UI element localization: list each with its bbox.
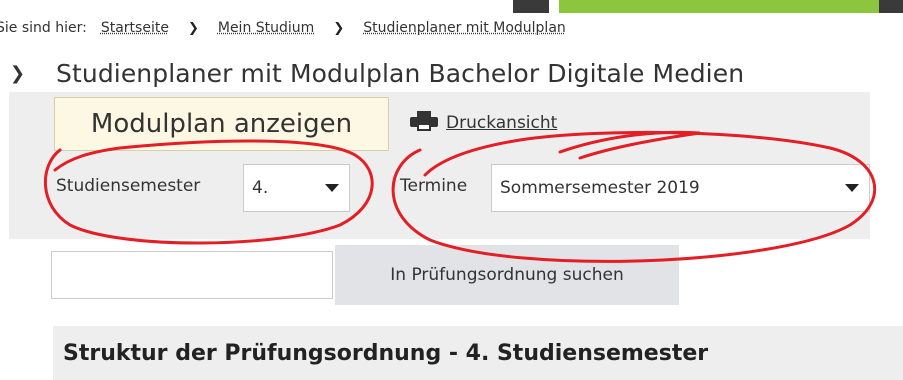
print-view-label[interactable]: Druckansicht bbox=[446, 113, 557, 133]
section-heading: Struktur der Prüfungsordnung - 4. Studie… bbox=[53, 326, 903, 380]
chevron-right-icon[interactable]: ❯ bbox=[10, 63, 34, 84]
breadcrumb-link-mein-studium[interactable]: Mein Studium bbox=[218, 20, 314, 36]
search-input[interactable] bbox=[51, 251, 333, 299]
breadcrumb: Sie sind hier: Startseite ❯ Mein Studium… bbox=[0, 17, 566, 39]
printer-icon bbox=[410, 110, 446, 136]
page-title-row: ❯ Studienplaner mit Modulplan Bachelor D… bbox=[0, 55, 744, 91]
semester-label: Studiensemester bbox=[56, 176, 201, 196]
search-button[interactable]: In Prüfungsordnung suchen bbox=[335, 245, 679, 305]
chevron-right-icon: ❯ bbox=[187, 20, 199, 36]
semester-value: 4. bbox=[252, 178, 269, 198]
page-title: Studienplaner mit Modulplan Bachelor Dig… bbox=[56, 58, 745, 88]
termine-value: Sommersemester 2019 bbox=[500, 178, 700, 198]
breadcrumb-link-studienplaner[interactable]: Studienplaner mit Modulplan bbox=[363, 20, 566, 36]
semester-select[interactable]: 4. bbox=[243, 164, 350, 212]
print-view-link[interactable]: Druckansicht bbox=[410, 109, 557, 137]
chevron-down-icon bbox=[325, 184, 339, 192]
tab-modulplan-anzeigen[interactable]: Modulplan anzeigen bbox=[54, 97, 389, 151]
termine-label: Termine bbox=[400, 176, 468, 196]
termine-select[interactable]: Sommersemester 2019 bbox=[491, 164, 870, 212]
top-bar bbox=[0, 0, 903, 13]
breadcrumb-prefix: Sie sind hier: bbox=[0, 20, 87, 36]
chevron-right-icon: ❯ bbox=[333, 20, 345, 36]
chevron-down-icon bbox=[845, 184, 859, 192]
breadcrumb-link-startseite[interactable]: Startseite bbox=[101, 20, 169, 36]
